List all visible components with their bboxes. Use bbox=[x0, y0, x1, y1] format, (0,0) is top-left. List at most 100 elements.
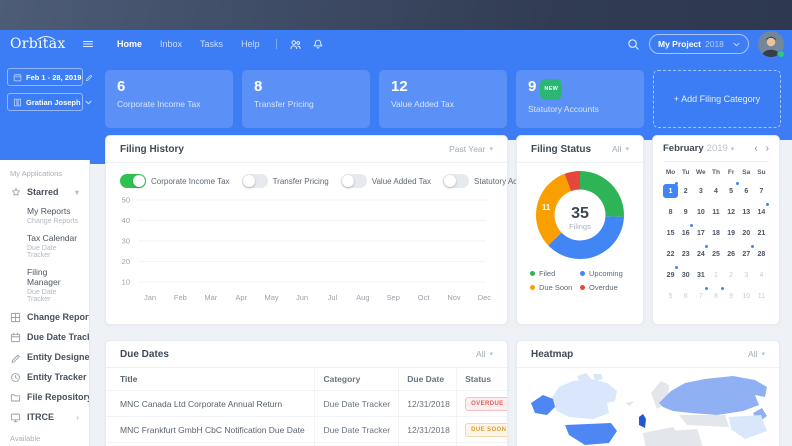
summary-card-corporate-income-tax[interactable]: 6Corporate Income Tax bbox=[105, 70, 233, 128]
section-available: Available bbox=[0, 427, 89, 446]
calendar-day-17[interactable]: 17 bbox=[693, 226, 708, 240]
map-region-china bbox=[729, 415, 767, 439]
window-top-band bbox=[0, 0, 792, 30]
sidebar-item-entity-tracker[interactable]: Entity Tracker› bbox=[0, 367, 89, 387]
calendar-day-16[interactable]: 16 bbox=[678, 226, 693, 240]
sidebar-item-file-repository[interactable]: File Repository› bbox=[0, 387, 89, 407]
calendar-day-9[interactable]: 9 bbox=[678, 205, 693, 219]
calendar-day-4[interactable]: 4 bbox=[708, 184, 723, 198]
calendar-day-15[interactable]: 15 bbox=[663, 226, 678, 240]
summary-card-statutory-accounts[interactable]: 9NEWStatutory Accounts bbox=[516, 70, 644, 128]
orbitax-logo[interactable]: Orbitax bbox=[10, 36, 62, 52]
calendar-day-5[interactable]: 5 bbox=[724, 184, 739, 198]
avatar[interactable] bbox=[758, 31, 784, 57]
calendar-day-5-muted[interactable]: 5 bbox=[663, 289, 678, 303]
toggle-corporate-income-tax[interactable]: Corporate Income Tax bbox=[120, 174, 230, 188]
sidebar-item-due-date-tracker[interactable]: Due Date Tracker› bbox=[0, 327, 89, 347]
project-selector[interactable]: My Project 2018 bbox=[649, 34, 749, 54]
nav-item-tasks[interactable]: Tasks bbox=[191, 30, 232, 58]
nav-item-home[interactable]: Home bbox=[108, 30, 151, 58]
calendar-day-30[interactable]: 30 bbox=[678, 268, 693, 282]
menu-icon[interactable] bbox=[82, 38, 94, 50]
calendar-day-23[interactable]: 23 bbox=[678, 247, 693, 261]
calendar-day-10-muted[interactable]: 10 bbox=[739, 289, 754, 303]
calendar-day-27[interactable]: 27 bbox=[739, 247, 754, 261]
day-header-th: Th bbox=[708, 169, 723, 176]
calendar-day-6[interactable]: 6 bbox=[739, 184, 754, 198]
calendar-day-11-muted[interactable]: 11 bbox=[754, 289, 769, 303]
date-range-picker[interactable]: Feb 1 - 28, 2019 bbox=[7, 68, 83, 86]
calendar-day-28[interactable]: 28 bbox=[754, 247, 769, 261]
sidebar-item-starred[interactable]: Starred ▾ bbox=[0, 182, 89, 202]
filing-history-filter-dropdown[interactable]: Past Year ▾ bbox=[449, 144, 493, 154]
sidebar-item-change-reports[interactable]: Change Reports› bbox=[0, 307, 89, 327]
monitor-icon bbox=[10, 412, 21, 423]
toggle-switch[interactable] bbox=[443, 174, 469, 188]
edit-pencil-icon[interactable] bbox=[85, 73, 93, 81]
calendar-day-22[interactable]: 22 bbox=[663, 247, 678, 261]
sidebar-item-entity-designer[interactable]: Entity Designer› bbox=[0, 347, 89, 367]
calendar-day-4-muted[interactable]: 4 bbox=[754, 268, 769, 282]
map-region-central-asia bbox=[679, 415, 729, 427]
calendar-day-8-muted[interactable]: 8 bbox=[708, 289, 723, 303]
calendar-day-7[interactable]: 7 bbox=[754, 184, 769, 198]
calendar-day-9-muted[interactable]: 9 bbox=[724, 289, 739, 303]
notifications-bell-icon[interactable] bbox=[312, 38, 324, 51]
sidebar-item-itrce[interactable]: ITRCE› bbox=[0, 407, 89, 427]
calendar-day-11[interactable]: 11 bbox=[708, 205, 723, 219]
calendar-day-29[interactable]: 29 bbox=[663, 268, 678, 282]
toggle-value-added-tax[interactable]: Value Added Tax bbox=[341, 174, 431, 188]
calendar-day-8[interactable]: 8 bbox=[663, 205, 678, 219]
due-dates-filter-dropdown[interactable]: All ▾ bbox=[476, 349, 493, 359]
calendar-day-21[interactable]: 21 bbox=[754, 226, 769, 240]
nav-item-help[interactable]: Help bbox=[232, 30, 269, 58]
toggle-knob bbox=[243, 175, 255, 187]
calendar-day-20[interactable]: 20 bbox=[739, 226, 754, 240]
x-tick-label: May bbox=[265, 293, 279, 302]
calendar-day-26[interactable]: 26 bbox=[724, 247, 739, 261]
calendar-day-7-muted[interactable]: 7 bbox=[693, 289, 708, 303]
calendar-day-12[interactable]: 12 bbox=[724, 205, 739, 219]
users-icon[interactable] bbox=[289, 38, 302, 51]
nav-item-inbox[interactable]: Inbox bbox=[151, 30, 191, 58]
entity-selector[interactable]: Gratian Joseph bbox=[7, 93, 83, 111]
calendar-day-24[interactable]: 24 bbox=[693, 247, 708, 261]
starred-item-my-reports[interactable]: My ReportsChange Reports bbox=[0, 202, 89, 229]
add-filing-category-button[interactable]: + Add Filing Category bbox=[653, 70, 781, 128]
day-header-mo: Mo bbox=[663, 169, 678, 176]
toggle-switch[interactable] bbox=[120, 174, 146, 188]
chevron-down-icon[interactable]: ▾ bbox=[731, 145, 735, 153]
calendar-next-button[interactable]: › bbox=[766, 144, 769, 154]
toggle-switch[interactable] bbox=[341, 174, 367, 188]
summary-card-value-added-tax[interactable]: 12Value Added Tax bbox=[379, 70, 507, 128]
toggle-switch[interactable] bbox=[242, 174, 268, 188]
calendar-day-3-muted[interactable]: 3 bbox=[739, 268, 754, 282]
table-row[interactable]: MNC Frankfurt GmbH CbC Notification Due … bbox=[106, 417, 507, 443]
search-icon[interactable] bbox=[627, 38, 640, 51]
sidebar-item-label: Due Date Tracker bbox=[27, 332, 90, 342]
calendar-header: February 2019 ▾ ‹ › bbox=[663, 136, 769, 162]
toggle-transfer-pricing[interactable]: Transfer Pricing bbox=[242, 174, 329, 188]
starred-item-filing-manager[interactable]: Filing ManagerDue Date Tracker bbox=[0, 263, 89, 307]
calendar-day-3[interactable]: 3 bbox=[693, 184, 708, 198]
calendar-day-2[interactable]: 2 bbox=[678, 184, 693, 198]
calendar-day-31[interactable]: 31 bbox=[693, 268, 708, 282]
logo-arc bbox=[36, 35, 56, 41]
calendar-day-19[interactable]: 19 bbox=[724, 226, 739, 240]
table-row[interactable]: MNC Canada Ltd Corporate Annual ReturnDu… bbox=[106, 391, 507, 417]
filing-status-filter-dropdown[interactable]: All ▾ bbox=[612, 144, 629, 154]
calendar-day-25[interactable]: 25 bbox=[708, 247, 723, 261]
map-region-canada bbox=[551, 379, 617, 419]
calendar-day-10[interactable]: 10 bbox=[693, 205, 708, 219]
calendar-day-18[interactable]: 18 bbox=[708, 226, 723, 240]
heatmap-filter-dropdown[interactable]: All ▾ bbox=[748, 349, 765, 359]
calendar-day-14[interactable]: 14 bbox=[754, 205, 769, 219]
calendar-prev-button[interactable]: ‹ bbox=[754, 144, 757, 154]
summary-card-transfer-pricing[interactable]: 8Transfer Pricing bbox=[242, 70, 370, 128]
calendar-day-13[interactable]: 13 bbox=[739, 205, 754, 219]
calendar-day-6-muted[interactable]: 6 bbox=[678, 289, 693, 303]
calendar-day-2-muted[interactable]: 2 bbox=[724, 268, 739, 282]
starred-item-tax-calendar[interactable]: Tax CalendarDue Date Tracker bbox=[0, 229, 89, 263]
calendar-day-1-muted[interactable]: 1 bbox=[708, 268, 723, 282]
calendar-day-1[interactable]: 1 bbox=[663, 184, 678, 198]
